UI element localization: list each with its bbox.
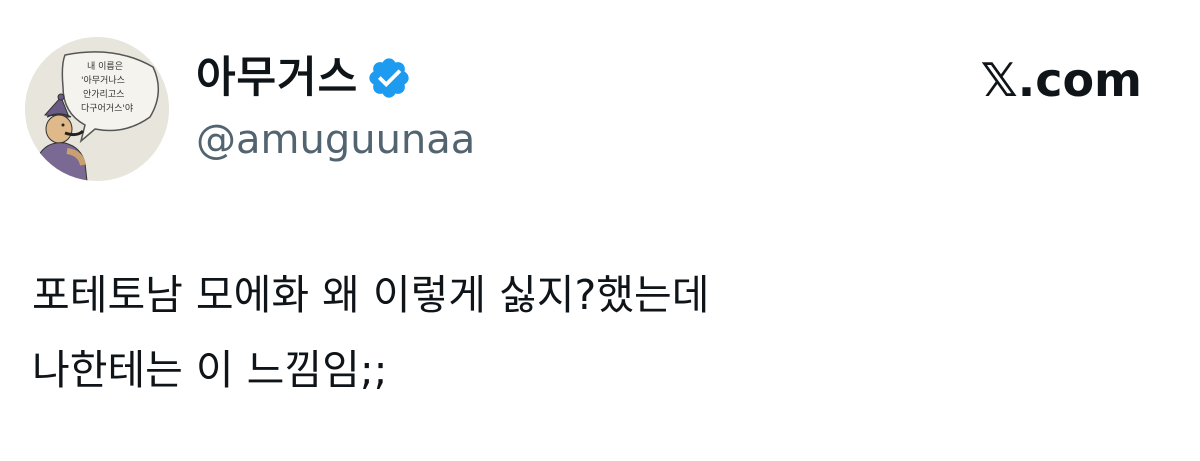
avatar-caption-4: 다구어거스'야 <box>81 103 133 114</box>
tweet-line-2: 나한테는 이 느낌임;; <box>32 346 388 394</box>
author-display-name[interactable]: 아무거스 <box>196 52 358 104</box>
avatar-caption-3: 안가리고스 <box>83 89 124 100</box>
tweet-line-1: 포테토남 모에화 왜 이렇게 싫지?했는데 <box>32 271 710 319</box>
avatar-illustration: 내 이름은 '아무거나스 안가리고스 다구어거스'야 <box>25 37 169 181</box>
author-handle[interactable]: @amuguunaa <box>196 115 475 165</box>
x-com-logo[interactable]: 𝕏.com <box>981 52 1142 108</box>
avatar-caption-1: 내 이름은 <box>87 61 123 72</box>
avatar-caption-2: '아무거나스 <box>81 75 125 86</box>
avatar[interactable]: 내 이름은 '아무거나스 안가리고스 다구어거스'야 <box>25 37 169 181</box>
verified-badge-icon <box>369 58 409 98</box>
tweet-text: 포테토남 모에화 왜 이렇게 싫지?했는데 나한테는 이 느낌임;; <box>32 258 1162 408</box>
